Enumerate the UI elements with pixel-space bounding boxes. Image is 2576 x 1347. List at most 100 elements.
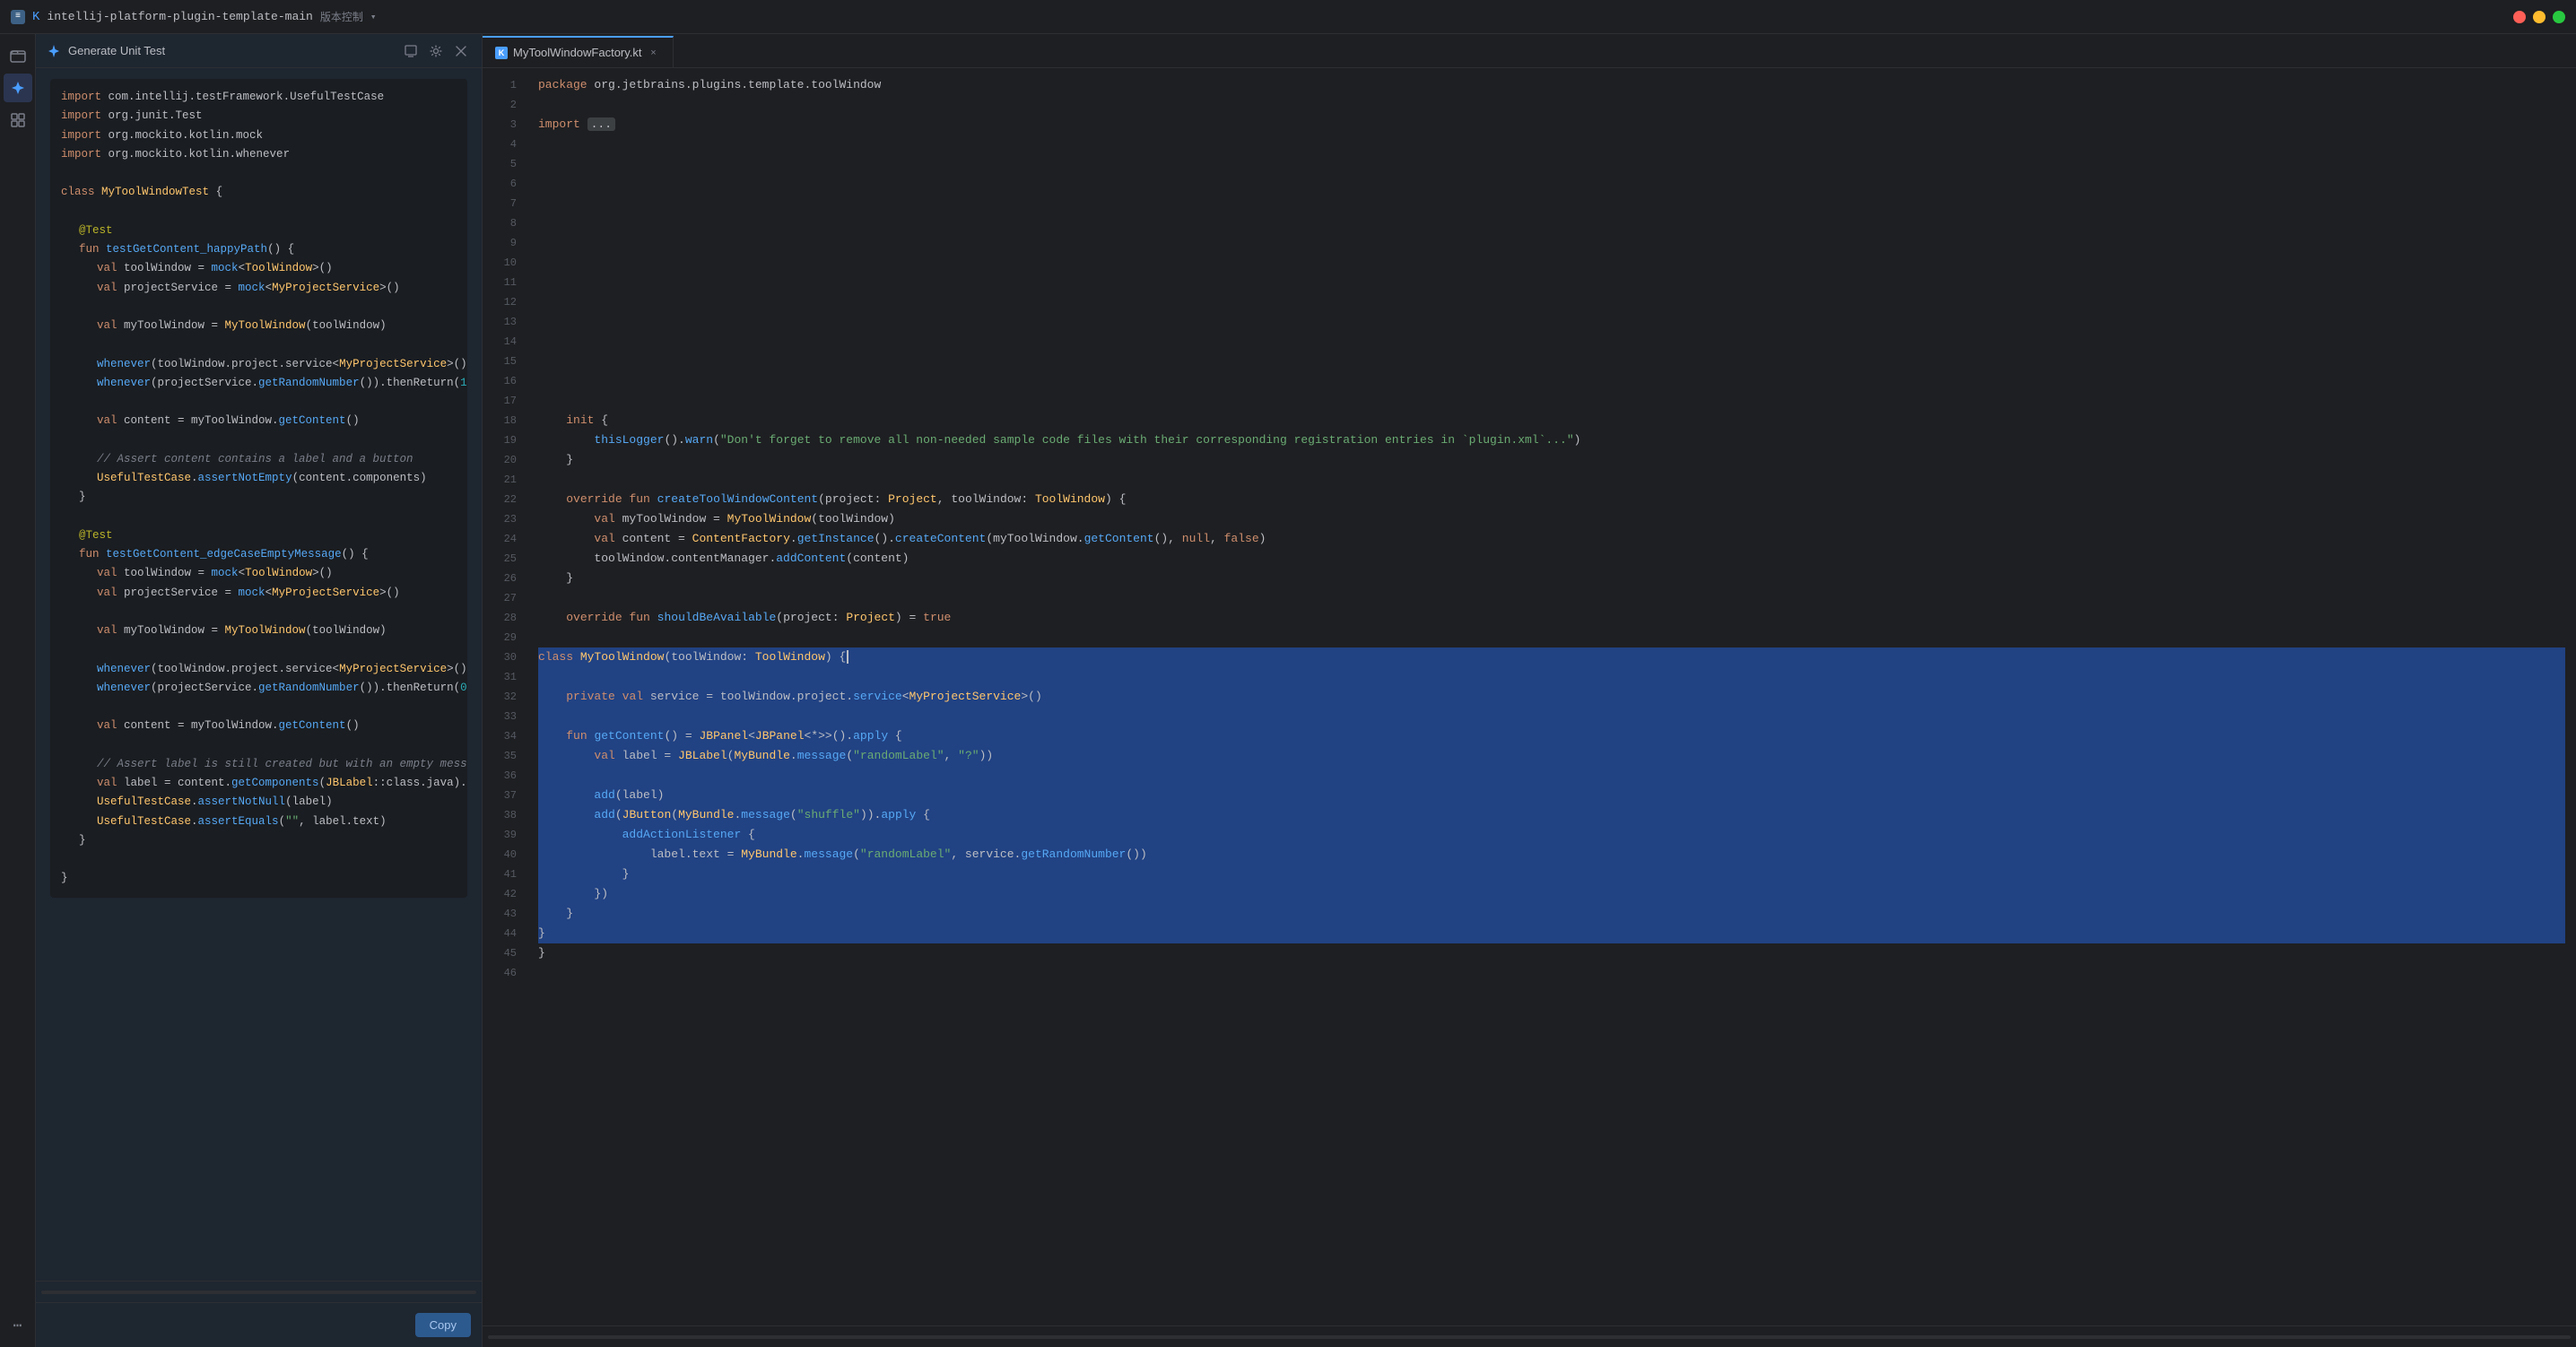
editor-line-18: init { (538, 411, 2565, 430)
blank-5 (61, 393, 457, 412)
editor-line-15 (538, 352, 2565, 371)
tab-close-button[interactable]: × (648, 47, 660, 59)
test1-cmt: // Assert content contains a label and a… (61, 450, 457, 469)
editor-line-46 (538, 963, 2565, 983)
test1-line-3: val myToolWindow = MyToolWindow(toolWind… (61, 317, 457, 335)
code-content[interactable]: package org.jetbrains.plugins.template.t… (527, 68, 2576, 1325)
ai-panel-footer: Copy (36, 1302, 482, 1347)
editor-line-43: } (538, 904, 2565, 924)
close-panel-button[interactable] (451, 41, 471, 61)
minimize-dot[interactable] (2533, 11, 2546, 23)
editor-line-33 (538, 707, 2565, 726)
line-num-22: 22 (483, 490, 517, 509)
line-num-37: 37 (483, 786, 517, 805)
editor-line-24: val content = ContentFactory.getInstance… (538, 529, 2565, 549)
line-num-13: 13 (483, 312, 517, 332)
line-num-42: 42 (483, 884, 517, 904)
line-num-26: 26 (483, 569, 517, 588)
vcs-chevron[interactable]: ▾ (370, 11, 377, 23)
horizontal-scrollbar[interactable] (41, 1291, 476, 1294)
code-editor[interactable]: 1 2 3 4 5 6 7 8 9 10 11 12 13 14 15 16 1… (483, 68, 2576, 1325)
editor-horizontal-scrollbar[interactable] (488, 1335, 2571, 1339)
editor-line-30: class MyToolWindow(toolWindow: ToolWindo… (538, 647, 2565, 667)
line-num-24: 24 (483, 529, 517, 549)
line-num-4: 4 (483, 135, 517, 154)
line-num-9: 9 (483, 233, 517, 253)
settings-button[interactable] (426, 41, 446, 61)
panel-bottom-bar (36, 1281, 482, 1302)
line-num-34: 34 (483, 726, 517, 746)
editor-line-31 (538, 667, 2565, 687)
editor-line-25: toolWindow.contentManager.addContent(con… (538, 549, 2565, 569)
kotlin-file-icon: K (495, 47, 508, 59)
line-num-23: 23 (483, 509, 517, 529)
line-num-15: 15 (483, 352, 517, 371)
maximize-dot[interactable] (2553, 11, 2565, 23)
blank-2 (61, 203, 457, 222)
editor-line-17 (538, 391, 2565, 411)
editor-line-42: }) (538, 884, 2565, 904)
line-num-33: 33 (483, 707, 517, 726)
test1-decl: fun testGetContent_happyPath() { (61, 240, 457, 259)
test2-line-3: val myToolWindow = MyToolWindow(toolWind… (61, 621, 457, 640)
ann-1: @Test (61, 222, 457, 240)
editor-line-12 (538, 292, 2565, 312)
ai-panel-actions (401, 41, 471, 61)
blank-8 (61, 603, 457, 621)
test2-line-8: UsefulTestCase.assertNotNull(label) (61, 793, 457, 812)
blank-11 (61, 736, 457, 755)
blank-3 (61, 298, 457, 317)
vcs-dropdown[interactable]: 版本控制 (320, 9, 363, 24)
sidebar-item-plugins[interactable] (4, 106, 32, 135)
editor-line-45: } (538, 943, 2565, 963)
line-num-10: 10 (483, 253, 517, 273)
blank-12 (61, 850, 457, 869)
editor-line-13 (538, 312, 2565, 332)
editor-line-20: } (538, 450, 2565, 470)
app-layout: ⋯ Generate Unit Test (0, 34, 2576, 1347)
editor-line-11 (538, 273, 2565, 292)
editor-line-22: override fun createToolWindowContent(pro… (538, 490, 2565, 509)
editor-line-26: } (538, 569, 2565, 588)
line-num-43: 43 (483, 904, 517, 924)
close-dot[interactable] (2513, 11, 2526, 23)
sidebar-item-ai[interactable] (4, 74, 32, 102)
line-num-29: 29 (483, 628, 517, 647)
test1-line-1: val toolWindow = mock<ToolWindow>() (61, 259, 457, 278)
test2-line-5: whenever(projectService.getRandomNumber(… (61, 679, 457, 698)
editor-line-4 (538, 135, 2565, 154)
sidebar-item-more[interactable]: ⋯ (4, 1311, 32, 1340)
blank-10 (61, 698, 457, 717)
test1-line-7: UsefulTestCase.assertNotEmpty(content.co… (61, 469, 457, 488)
kotlin-icon: K (32, 10, 39, 24)
blank-9 (61, 640, 457, 659)
line-num-21: 21 (483, 470, 517, 490)
test2-cmt: // Assert label is still created but wit… (61, 755, 457, 774)
line-num-16: 16 (483, 371, 517, 391)
line-num-45: 45 (483, 943, 517, 963)
copy-button[interactable]: Copy (415, 1313, 471, 1337)
test1-line-5: whenever(projectService.getRandomNumber(… (61, 374, 457, 393)
test2-close: } (61, 831, 457, 850)
test2-line-9: UsefulTestCase.assertEquals("", label.te… (61, 813, 457, 831)
import-line-2: import org.junit.Test (61, 107, 457, 126)
ai-panel-content[interactable]: import com.intellij.testFramework.Useful… (36, 68, 482, 1281)
editor-line-34: fun getContent() = JBPanel<JBPanel<*>>()… (538, 726, 2565, 746)
editor-line-27 (538, 588, 2565, 608)
editor-line-5 (538, 154, 2565, 174)
editor-line-19: thisLogger().warn("Don't forget to remov… (538, 430, 2565, 450)
editor-line-35: val label = JBLabel(MyBundle.message("ra… (538, 746, 2565, 766)
import-line-1: import com.intellij.testFramework.Useful… (61, 88, 457, 107)
sidebar-item-folder[interactable] (4, 41, 32, 70)
line-num-19: 19 (483, 430, 517, 450)
open-in-editor-button[interactable] (401, 41, 421, 61)
ai-sparkle-icon (47, 44, 61, 58)
test2-line-6: val content = myToolWindow.getContent() (61, 717, 457, 735)
editor-line-3: import ... (538, 115, 2565, 135)
tab-mytoolwindowfactory[interactable]: K MyToolWindowFactory.kt × (483, 36, 674, 67)
app-icon: ≡ (11, 10, 25, 24)
editor-bottom-bar (483, 1325, 2576, 1347)
blank-1 (61, 164, 457, 183)
line-num-3: 3 (483, 115, 517, 135)
blank-4 (61, 335, 457, 354)
